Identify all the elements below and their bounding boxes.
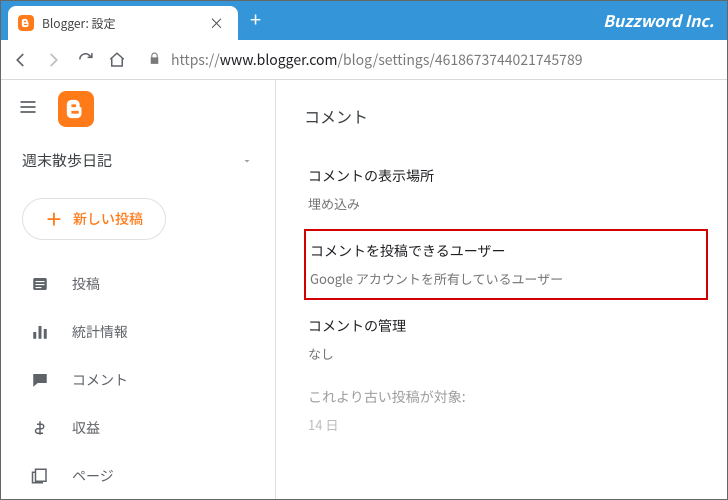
brand-label: Buzzword Inc. bbox=[603, 8, 714, 32]
setting-label: コメントの管理 bbox=[308, 316, 704, 336]
setting-value: なし bbox=[308, 344, 704, 363]
new-post-label: 新しい投稿 bbox=[73, 209, 143, 229]
nav-label: 投稿 bbox=[72, 274, 100, 294]
setting-older-than[interactable]: これより古い投稿が対象: 14 日 bbox=[304, 375, 708, 446]
nav-list: 投稿 統計情報 コメント 収益 ページ bbox=[0, 260, 275, 500]
tab-title: Blogger: 設定 bbox=[42, 15, 197, 32]
blog-name: 週末散歩日記 bbox=[22, 150, 112, 171]
posts-icon bbox=[30, 275, 50, 293]
main-content: コメント コメントの表示場所 埋め込み コメントを投稿できるユーザー Googl… bbox=[276, 80, 728, 500]
browser-titlebar: Blogger: 設定 × + Buzzword Inc. bbox=[0, 0, 728, 40]
sidebar-item-pages[interactable]: ページ bbox=[0, 452, 275, 500]
browser-tab[interactable]: Blogger: 設定 × bbox=[8, 6, 238, 40]
blogger-logo[interactable] bbox=[58, 91, 94, 127]
nav-label: 統計情報 bbox=[72, 322, 128, 342]
new-post-button[interactable]: ＋ 新しい投稿 bbox=[22, 198, 166, 240]
plus-icon: ＋ bbox=[45, 210, 63, 228]
forward-button[interactable] bbox=[44, 51, 62, 69]
earnings-icon bbox=[30, 419, 50, 437]
setting-label: これより古い投稿が対象: bbox=[308, 387, 704, 407]
close-icon[interactable]: × bbox=[205, 11, 228, 36]
section-title: コメント bbox=[304, 104, 708, 128]
address-bar: https://www.blogger.com/blog/settings/46… bbox=[0, 40, 728, 80]
url-display[interactable]: https://www.blogger.com/blog/settings/46… bbox=[148, 50, 582, 70]
setting-comment-location[interactable]: コメントの表示場所 埋め込み bbox=[304, 154, 708, 225]
stats-icon bbox=[30, 323, 50, 341]
pages-icon bbox=[30, 467, 50, 485]
sidebar: 週末散歩日記 ＋ 新しい投稿 投稿 統計情報 コメント bbox=[0, 80, 276, 500]
nav-label: ページ bbox=[72, 466, 114, 486]
hamburger-menu-icon[interactable] bbox=[18, 97, 38, 122]
setting-value: 14 日 bbox=[308, 415, 704, 434]
nav-label: 収益 bbox=[72, 418, 100, 438]
setting-label: コメントの表示場所 bbox=[308, 166, 704, 186]
sidebar-item-stats[interactable]: 統計情報 bbox=[0, 308, 275, 356]
sidebar-item-comments[interactable]: コメント bbox=[0, 356, 275, 404]
chevron-down-icon bbox=[241, 148, 253, 172]
lock-icon bbox=[148, 50, 161, 69]
blogger-favicon bbox=[18, 15, 34, 31]
home-button[interactable] bbox=[108, 51, 126, 69]
url-text: https://www.blogger.com/blog/settings/46… bbox=[171, 50, 582, 70]
setting-who-can-comment[interactable]: コメントを投稿できるユーザー Google アカウントを所有しているユーザー bbox=[304, 229, 708, 300]
comments-icon bbox=[30, 371, 50, 389]
new-tab-button[interactable]: + bbox=[238, 4, 273, 33]
back-button[interactable] bbox=[12, 51, 30, 69]
blog-selector[interactable]: 週末散歩日記 bbox=[0, 138, 275, 182]
setting-value: 埋め込み bbox=[308, 194, 704, 213]
setting-label: コメントを投稿できるユーザー bbox=[310, 241, 702, 261]
app-header bbox=[0, 80, 275, 138]
sidebar-item-earnings[interactable]: 収益 bbox=[0, 404, 275, 452]
setting-value: Google アカウントを所有しているユーザー bbox=[310, 269, 702, 288]
reload-button[interactable] bbox=[76, 51, 94, 69]
nav-label: コメント bbox=[72, 370, 128, 390]
sidebar-item-posts[interactable]: 投稿 bbox=[0, 260, 275, 308]
setting-comment-moderation[interactable]: コメントの管理 なし bbox=[304, 304, 708, 375]
